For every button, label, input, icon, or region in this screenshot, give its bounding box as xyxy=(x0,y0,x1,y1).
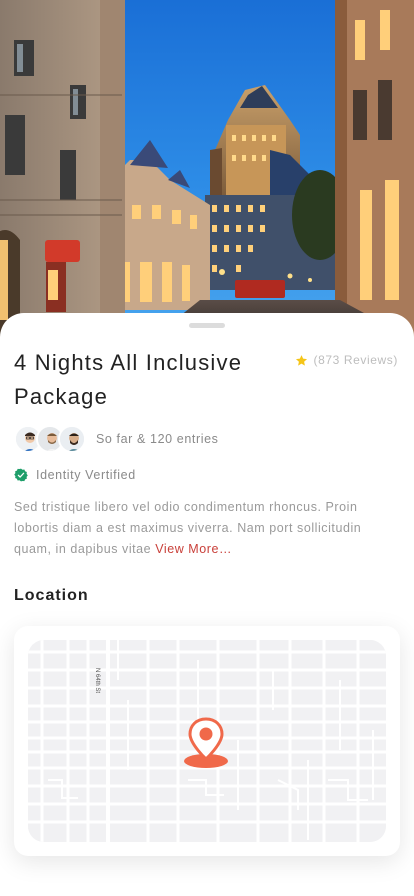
entries-text: So far & 120 entries xyxy=(96,432,219,446)
details-sheet: 4 Nights All Inclusive Package (873 Revi… xyxy=(0,313,414,896)
entries-row: So far & 120 entries xyxy=(14,425,218,453)
listing-title: 4 Nights All Inclusive Package xyxy=(14,350,243,409)
description: Sed tristique libero vel odio condimentu… xyxy=(14,497,402,560)
avatar-group[interactable] xyxy=(14,425,86,453)
star-icon xyxy=(295,354,307,366)
avatar xyxy=(58,425,86,453)
rating[interactable]: (873 Reviews) xyxy=(295,353,399,367)
reviews-count: (873 Reviews) xyxy=(313,353,398,367)
view-more-link[interactable]: View More… xyxy=(155,542,232,556)
map-pin-icon[interactable] xyxy=(182,717,230,769)
verified-label: Identity Vertified xyxy=(36,468,136,482)
verified-check-icon xyxy=(14,468,28,482)
street-label: N 64th St xyxy=(94,668,100,694)
map[interactable]: N 64th St xyxy=(28,640,386,842)
location-title: Location xyxy=(14,587,89,604)
identity-verified: Identity Vertified xyxy=(14,468,136,482)
location-card: N 64th St xyxy=(14,626,400,856)
hero-image xyxy=(0,0,414,340)
drag-handle[interactable] xyxy=(189,323,225,328)
